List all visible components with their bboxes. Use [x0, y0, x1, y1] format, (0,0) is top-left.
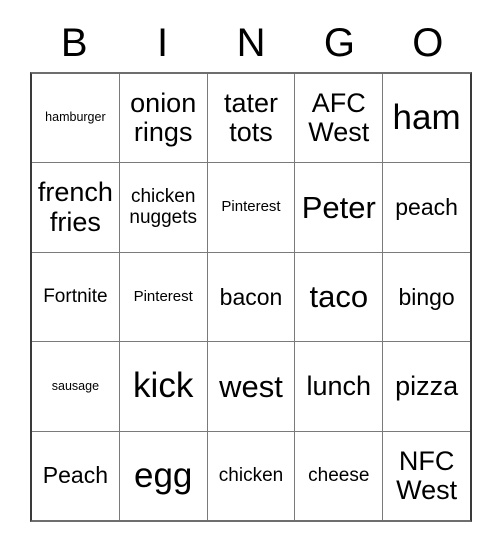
bingo-cell[interactable]: french fries [32, 163, 119, 252]
bingo-cell-label: Fortnite [43, 285, 108, 307]
bingo-cell[interactable]: NFC West [382, 431, 470, 520]
bingo-header-letter-n: N [236, 21, 266, 65]
bingo-cell-label: chicken [218, 464, 284, 486]
bingo-header-letter-o: O [412, 21, 444, 65]
bingo-cell-label: peach [395, 194, 458, 221]
bingo-cell-label: ham [392, 98, 461, 138]
bingo-card: B I N G O hamburger onion rings tater to… [30, 14, 472, 522]
bingo-header-letter-b: B [60, 21, 88, 65]
bingo-row: hamburger onion rings tater tots AFC Wes… [32, 74, 470, 163]
bingo-cell-label: kick [133, 366, 194, 406]
bingo-cell[interactable]: pizza [382, 342, 470, 431]
bingo-cell-label: Pinterest [221, 198, 281, 216]
bingo-cell[interactable]: cheese [294, 431, 383, 520]
bingo-cell-label: lunch [306, 370, 372, 401]
bingo-cell[interactable]: peach [382, 163, 470, 252]
bingo-cell-label: tater tots [223, 88, 278, 148]
bingo-cell[interactable]: chicken nuggets [118, 163, 207, 252]
bingo-cell[interactable]: lunch [294, 342, 383, 431]
bingo-cell[interactable]: kick [118, 342, 207, 431]
bingo-header-row: B I N G O [30, 14, 472, 72]
bingo-cell-label: french fries [37, 177, 113, 237]
bingo-cell[interactable]: bingo [382, 252, 470, 342]
bingo-cell-label: NFC West [396, 445, 458, 505]
bingo-cell[interactable]: Pinterest [118, 252, 207, 342]
bingo-header-letter-g: G [323, 21, 355, 65]
bingo-cell-label: Peach [42, 462, 108, 489]
bingo-cell-label: AFC West [308, 88, 370, 148]
bingo-cell-label: onion rings [130, 88, 197, 148]
bingo-cell[interactable]: west [206, 342, 295, 431]
bingo-cell-label: bingo [398, 283, 455, 310]
bingo-cell[interactable]: chicken [206, 431, 295, 520]
bingo-cell-label: bacon [219, 283, 283, 310]
bingo-cell[interactable]: Fortnite [32, 252, 119, 342]
bingo-cell-label: west [219, 368, 283, 404]
bingo-cell[interactable]: ham [382, 74, 470, 163]
bingo-cell-label: egg [133, 455, 193, 495]
bingo-cell[interactable]: hamburger [32, 74, 119, 163]
bingo-cell[interactable]: Pinterest [206, 163, 295, 252]
bingo-cell[interactable]: tater tots [206, 74, 295, 163]
bingo-row: french fries chicken nuggets Pinterest P… [32, 162, 470, 252]
bingo-cell-label: Peter [301, 189, 376, 225]
bingo-cell-label: pizza [395, 370, 459, 401]
bingo-cell[interactable]: onion rings [118, 74, 207, 163]
bingo-cell[interactable]: Peter [294, 163, 383, 252]
bingo-cell[interactable]: Peach [32, 431, 119, 520]
bingo-cell-label: hamburger [45, 110, 106, 125]
bingo-cell-label: taco [309, 279, 369, 315]
bingo-grid: hamburger onion rings tater tots AFC Wes… [30, 72, 472, 522]
bingo-row: Fortnite Pinterest bacon taco bingo [32, 251, 470, 342]
bingo-cell[interactable]: taco [294, 252, 383, 342]
bingo-row: Peach egg chicken cheese NFC West [32, 430, 470, 520]
bingo-cell-label: cheese [308, 464, 370, 486]
bingo-header-letter-i: I [157, 21, 169, 65]
bingo-cell-label: chicken nuggets [129, 186, 197, 228]
bingo-cell[interactable]: sausage [32, 342, 119, 431]
bingo-cell[interactable]: egg [118, 431, 207, 520]
bingo-cell[interactable]: bacon [206, 252, 295, 342]
bingo-cell-label: sausage [51, 378, 100, 393]
bingo-row: sausage kick west lunch pizza [32, 341, 470, 431]
bingo-cell-label: Pinterest [133, 287, 193, 305]
bingo-cell[interactable]: AFC West [294, 74, 383, 163]
